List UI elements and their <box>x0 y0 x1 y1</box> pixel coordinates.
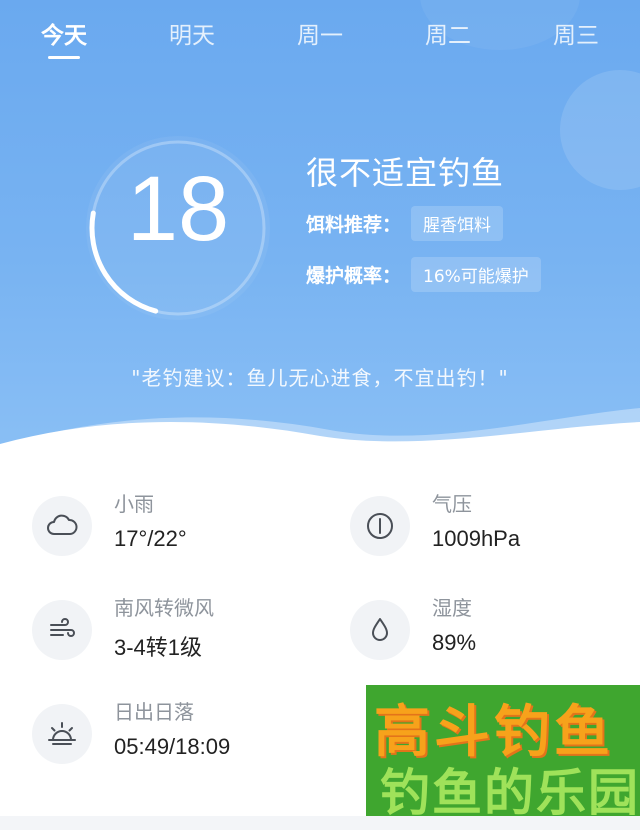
sun-value: 05:49/18:09 <box>114 734 231 759</box>
sunrise-icon <box>32 704 92 764</box>
bait-row: 饵料推荐： 腥香饵料 <box>306 206 504 241</box>
burst-chip: 16%可能爆护 <box>411 257 541 292</box>
weather-item: 小雨 17°/22° <box>32 492 332 576</box>
burst-label: 爆护概率： <box>306 265 402 287</box>
pressure-title: 气压 <box>432 492 472 516</box>
humidity-item: 湿度 89% <box>350 596 640 680</box>
gauge-value: 18 <box>126 158 230 260</box>
fishing-verdict: 很不适宜钓鱼 <box>306 154 505 192</box>
bait-label: 饵料推荐： <box>306 214 402 236</box>
angler-advice: "老钓建议：鱼儿无心进食，不宜出钓！" <box>131 366 509 390</box>
sun-title: 日出日落 <box>114 700 194 724</box>
humidity-title: 湿度 <box>432 596 472 620</box>
tab-tuesday[interactable]: 周二 <box>408 16 488 50</box>
tab-monday[interactable]: 周一 <box>280 16 360 50</box>
sun-item: 日出日落 05:49/18:09 <box>32 700 332 784</box>
wind-title: 南风转微风 <box>114 596 214 620</box>
water-drop-icon <box>350 600 410 660</box>
weather-title: 小雨 <box>114 492 154 516</box>
wind-icon <box>32 600 92 660</box>
humidity-value: 89% <box>432 630 477 655</box>
day-tabs: 今天 明天 周一 周二 周三 <box>0 0 640 64</box>
watermark-line-2: 钓鱼的乐园 <box>380 764 640 822</box>
hero-panel: 今天 明天 周一 周二 周三 18 很不适宜钓鱼 饵料推荐： 腥香饵料 爆护概率… <box>0 0 640 470</box>
tab-wednesday[interactable]: 周三 <box>536 16 616 50</box>
site-watermark: 高斗钓鱼 钓鱼的乐园 <box>366 685 640 825</box>
bottom-edge <box>0 816 640 830</box>
bait-chip: 腥香饵料 <box>411 206 504 241</box>
hero-wave <box>0 408 640 470</box>
active-tab-indicator <box>48 56 80 59</box>
gauge-icon <box>350 496 410 556</box>
wind-item: 南风转微风 3-4转1级 <box>32 596 332 680</box>
wind-value: 3-4转1级 <box>114 635 203 660</box>
temperature-value: 17°/22° <box>114 526 187 551</box>
tab-tomorrow[interactable]: 明天 <box>152 16 232 50</box>
cloud-icon <box>32 496 92 556</box>
burst-row: 爆护概率： 16%可能爆护 <box>306 257 541 292</box>
tab-today[interactable]: 今天 <box>24 16 104 50</box>
pressure-item: 气压 1009hPa <box>350 492 640 576</box>
decor-bubble <box>560 70 640 190</box>
pressure-value: 1009hPa <box>432 526 521 551</box>
